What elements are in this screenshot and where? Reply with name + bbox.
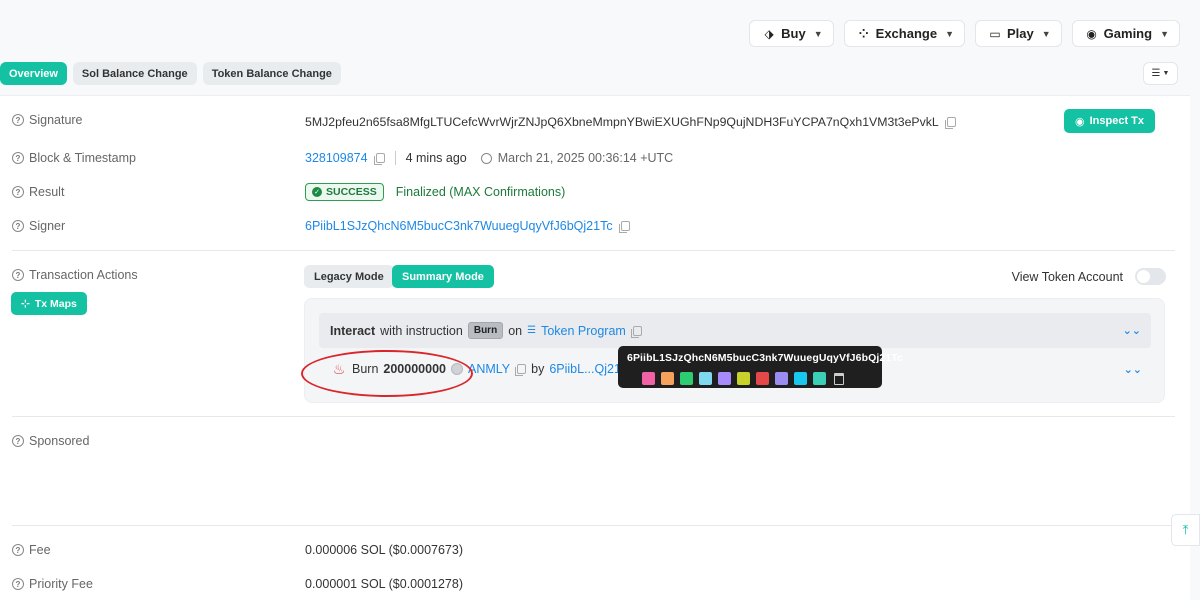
priority-fee-value: 0.000001 SOL ($0.0001278)	[305, 577, 463, 591]
arrow-up-icon: ⤒	[1182, 522, 1189, 537]
color-swatch[interactable]	[813, 372, 826, 385]
map-icon: ⊹	[21, 297, 30, 310]
question-icon: ?	[12, 114, 24, 126]
signature-label: ? Signature	[12, 113, 83, 127]
copy-icon[interactable]	[630, 325, 642, 338]
timestamp: March 21, 2025 00:36:14 +UTC	[497, 151, 674, 165]
color-swatch[interactable]	[794, 372, 807, 385]
color-swatch[interactable]	[642, 372, 655, 385]
finalized-text: Finalized (MAX Confirmations)	[395, 185, 566, 199]
address-tooltip: 6PiibL1SJzQhcN6M5bucC3nk7WuuegUqyVfJ6bQj…	[618, 346, 903, 388]
exchange-menu-button[interactable]: ⁘ Exchange ▼	[843, 20, 965, 47]
question-icon: ?	[12, 186, 24, 198]
color-swatch[interactable]	[699, 372, 712, 385]
color-swatch[interactable]	[718, 372, 731, 385]
inspect-tx-button[interactable]: ◉ Inspect Tx	[1063, 109, 1155, 133]
result-label: ? Result	[12, 185, 64, 199]
question-icon: ?	[12, 578, 24, 590]
chevron-down-icon: ▼	[1160, 28, 1169, 39]
block-timestamp-label: ? Block & Timestamp	[12, 151, 136, 165]
divider	[12, 525, 1175, 526]
divider	[12, 250, 1175, 251]
color-swatch[interactable]	[756, 372, 769, 385]
color-swatch[interactable]	[775, 372, 788, 385]
question-icon: ?	[12, 435, 24, 447]
detail-tabs: Overview Sol Balance Change Token Balanc…	[0, 62, 341, 85]
check-icon: ✓	[312, 187, 322, 197]
highlight-ellipse	[301, 350, 473, 397]
list-view-button[interactable]: ☰ ▼	[1143, 62, 1178, 85]
question-icon: ?	[12, 220, 24, 232]
buy-menu-button[interactable]: ⬗ Buy ▼	[749, 20, 834, 47]
question-icon: ?	[12, 269, 24, 281]
copy-icon[interactable]	[618, 221, 630, 233]
time-ago: 4 mins ago	[405, 151, 467, 165]
copy-icon[interactable]	[944, 117, 956, 129]
transaction-details-card: ? Signature 5MJ2pfeu2n65fsa8MfgLTUCefcWv…	[0, 95, 1190, 600]
divider	[12, 416, 1175, 417]
signature-value: 5MJ2pfeu2n65fsa8MfgLTUCefcWvrWjrZNJpQ6Xb…	[305, 115, 956, 129]
divider	[394, 151, 396, 165]
trash-icon[interactable]	[834, 372, 844, 385]
signer-value: 6PiibL1SJzQhcN6M5bucC3nk7WuuegUqyVfJ6bQj…	[305, 219, 630, 233]
double-chevron-down-icon[interactable]: ⌄⌄	[1124, 363, 1142, 376]
chevron-down-icon: ▼	[1162, 70, 1170, 77]
summary-mode-button[interactable]: Summary Mode	[392, 265, 494, 288]
instruction-badge: Burn	[467, 322, 504, 339]
question-icon: ?	[12, 544, 24, 556]
program-icon: ☰	[527, 325, 537, 336]
view-token-account-toggle[interactable]	[1135, 268, 1166, 285]
status-badge: ✓ SUCCESS	[305, 183, 384, 201]
fee-value: 0.000006 SOL ($0.0007673)	[305, 543, 463, 557]
color-swatch[interactable]	[680, 372, 693, 385]
chevron-down-icon: ▼	[813, 28, 823, 39]
exchange-icon: ⁘	[858, 26, 869, 41]
block-timestamp-value: 328109874 4 mins ago March 21, 2025 00:3…	[305, 151, 673, 165]
sponsored-label: ? Sponsored	[12, 434, 89, 448]
tag-icon: ⬗	[764, 26, 774, 41]
signer-label: ? Signer	[12, 219, 65, 233]
clock-icon	[480, 152, 492, 164]
block-link[interactable]: 328109874	[305, 151, 368, 165]
tab-sol-balance-change[interactable]: Sol Balance Change	[72, 62, 197, 85]
color-swatch[interactable]	[737, 372, 750, 385]
instruction-header[interactable]: Interact with instruction Burn on ☰ Toke…	[319, 313, 1151, 348]
color-swatches	[627, 372, 873, 385]
chevron-down-icon: ▼	[945, 28, 954, 39]
eye-icon: ◉	[1074, 115, 1085, 128]
tooltip-address: 6PiibL1SJzQhcN6M5bucC3nk7WuuegUqyVfJ6bQj…	[627, 352, 903, 364]
monitor-icon: ▭	[989, 26, 1001, 41]
tx-maps-button[interactable]: ⊹ Tx Maps	[11, 292, 87, 315]
list-icon: ☰	[1151, 68, 1161, 79]
double-chevron-down-icon[interactable]: ⌄⌄	[1123, 324, 1141, 337]
copy-icon[interactable]	[373, 153, 385, 165]
fee-label: ? Fee	[12, 543, 51, 557]
signer-link[interactable]: 6PiibL1SJzQhcN6M5bucC3nk7WuuegUqyVfJ6bQj…	[305, 219, 613, 233]
legacy-mode-button[interactable]: Legacy Mode	[304, 265, 394, 288]
token-link[interactable]: ANMLY	[468, 362, 510, 376]
top-nav: ⬗ Buy ▼ ⁘ Exchange ▼ ▭ Play ▼ ◉ Gaming ▼	[749, 20, 1180, 47]
color-swatch[interactable]	[661, 372, 674, 385]
view-token-account: View Token Account	[1012, 268, 1166, 285]
scroll-to-top-button[interactable]: ⤒	[1171, 514, 1200, 546]
copy-icon[interactable]	[515, 364, 527, 376]
gaming-menu-button[interactable]: ◉ Gaming ▼	[1071, 20, 1180, 47]
priority-fee-label: ? Priority Fee	[12, 577, 93, 591]
signature-text[interactable]: 5MJ2pfeu2n65fsa8MfgLTUCefcWvrWjrZNJpQ6Xb…	[305, 115, 939, 129]
result-value: ✓ SUCCESS Finalized (MAX Confirmations)	[305, 183, 565, 201]
gamepad-icon: ◉	[1086, 26, 1097, 41]
chevron-down-icon: ▼	[1041, 28, 1051, 39]
transaction-actions-label: ? Transaction Actions	[12, 268, 138, 282]
tab-token-balance-change[interactable]: Token Balance Change	[202, 62, 341, 85]
play-menu-button[interactable]: ▭ Play ▼	[975, 20, 1062, 47]
question-icon: ?	[12, 152, 24, 164]
tab-overview[interactable]: Overview	[0, 62, 67, 85]
token-program-link[interactable]: Token Program	[541, 324, 626, 338]
